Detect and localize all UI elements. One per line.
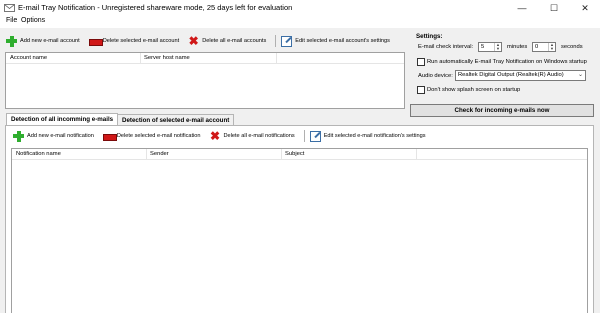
- tab-panel: Add new e-mail notification Delete selec…: [5, 125, 594, 313]
- x-icon: ✖: [188, 33, 199, 48]
- accounts-toolbar: Add new e-mail account Delete selected e…: [6, 33, 399, 49]
- accounts-list-header: Account name Server host name: [6, 53, 404, 64]
- run-startup-label: Run automatically E-mail Tray Notificati…: [427, 59, 587, 65]
- column-separator[interactable]: [146, 149, 147, 160]
- notifications-list-header: Notification name Sender Subject: [12, 149, 587, 160]
- column-notification-name[interactable]: Notification name: [16, 151, 61, 157]
- delete-notification-label: Delete selected e-mail notification: [116, 133, 201, 139]
- audio-device-select[interactable]: Realtek Digital Output (Realtek(R) Audio…: [455, 70, 586, 81]
- window-title: E-mail Tray Notification - Unregistered …: [18, 3, 293, 12]
- no-splash-checkbox[interactable]: [417, 86, 425, 94]
- seconds-label: seconds: [561, 44, 583, 50]
- interval-minutes-value: 5: [481, 44, 485, 50]
- spinner-arrows-icon[interactable]: ▲ ▼: [548, 43, 555, 51]
- delete-all-notifications-button[interactable]: ✖ Delete all e-mail notifications: [209, 128, 295, 143]
- delete-bar-icon: [88, 36, 103, 47]
- delete-notification-button[interactable]: Delete selected e-mail notification: [102, 131, 201, 142]
- notifications-toolbar: Add new e-mail notification Delete selec…: [13, 128, 435, 144]
- delete-account-label: Delete selected e-mail account: [102, 38, 180, 44]
- edit-account-button[interactable]: Edit selected e-mail account's settings: [281, 35, 390, 47]
- edit-notification-button[interactable]: Edit selected e-mail notification's sett…: [309, 130, 426, 142]
- delete-bar-icon: [102, 131, 117, 142]
- audio-device-value: Realtek Digital Output (Realtek(R) Audio…: [458, 72, 564, 78]
- column-separator[interactable]: [140, 53, 141, 64]
- interval-label: E-mail check interval:: [418, 44, 474, 50]
- toolbar-separator: [303, 130, 305, 142]
- column-account-name[interactable]: Account name: [10, 55, 47, 61]
- column-sender[interactable]: Sender: [150, 151, 169, 157]
- interval-minutes-spinner[interactable]: 5 ▲ ▼: [478, 42, 502, 52]
- delete-all-notifications-label: Delete all e-mail notifications: [223, 133, 295, 139]
- column-server-host[interactable]: Server host name: [144, 55, 190, 61]
- menu-options[interactable]: Options: [21, 17, 45, 24]
- no-splash-label: Don't show splash screen on startup: [427, 87, 521, 93]
- settings-heading: Settings:: [416, 33, 443, 40]
- maximize-button[interactable]: ☐: [539, 0, 569, 16]
- add-account-label: Add new e-mail account: [20, 38, 80, 44]
- envelope-icon: [4, 4, 15, 12]
- interval-seconds-value: 0: [535, 44, 539, 50]
- edit-account-label: Edit selected e-mail account's settings: [295, 38, 390, 44]
- tab-selected-account[interactable]: Detection of selected e-mail account: [117, 114, 235, 125]
- close-button[interactable]: ✕: [570, 0, 600, 16]
- minimize-button[interactable]: —: [507, 0, 537, 16]
- toolbar-separator: [275, 35, 277, 47]
- plus-icon: [13, 130, 24, 142]
- column-separator[interactable]: [281, 149, 282, 160]
- chevron-down-icon: ⌄: [577, 72, 583, 78]
- delete-all-accounts-label: Delete all e-mail accounts: [202, 38, 267, 44]
- audio-device-label: Audio device:: [418, 73, 453, 79]
- interval-seconds-spinner[interactable]: 0 ▲ ▼: [532, 42, 556, 52]
- edit-icon: [309, 130, 321, 142]
- column-separator[interactable]: [416, 149, 417, 160]
- title-bar: E-mail Tray Notification - Unregistered …: [0, 0, 600, 16]
- column-separator[interactable]: [276, 53, 277, 64]
- accounts-list[interactable]: Account name Server host name: [5, 52, 405, 109]
- delete-all-accounts-button[interactable]: ✖ Delete all e-mail accounts: [188, 33, 267, 48]
- column-subject[interactable]: Subject: [285, 151, 304, 157]
- x-icon: ✖: [209, 128, 221, 143]
- menu-bar: File Options: [0, 16, 600, 28]
- minutes-label: minutes: [507, 44, 528, 50]
- menu-file[interactable]: File: [6, 17, 17, 24]
- edit-notification-label: Edit selected e-mail notification's sett…: [323, 133, 426, 139]
- notifications-list[interactable]: Notification name Sender Subject: [11, 148, 588, 313]
- edit-icon: [281, 35, 293, 47]
- add-notification-button[interactable]: Add new e-mail notification: [13, 130, 94, 142]
- plus-icon: [6, 35, 17, 47]
- spinner-arrows-icon[interactable]: ▲ ▼: [494, 43, 501, 51]
- add-account-button[interactable]: Add new e-mail account: [6, 35, 80, 47]
- check-now-button[interactable]: Check for incoming e-mails now: [410, 104, 594, 117]
- delete-account-button[interactable]: Delete selected e-mail account: [88, 36, 180, 47]
- add-notification-label: Add new e-mail notification: [27, 133, 94, 139]
- run-startup-checkbox[interactable]: [417, 58, 425, 66]
